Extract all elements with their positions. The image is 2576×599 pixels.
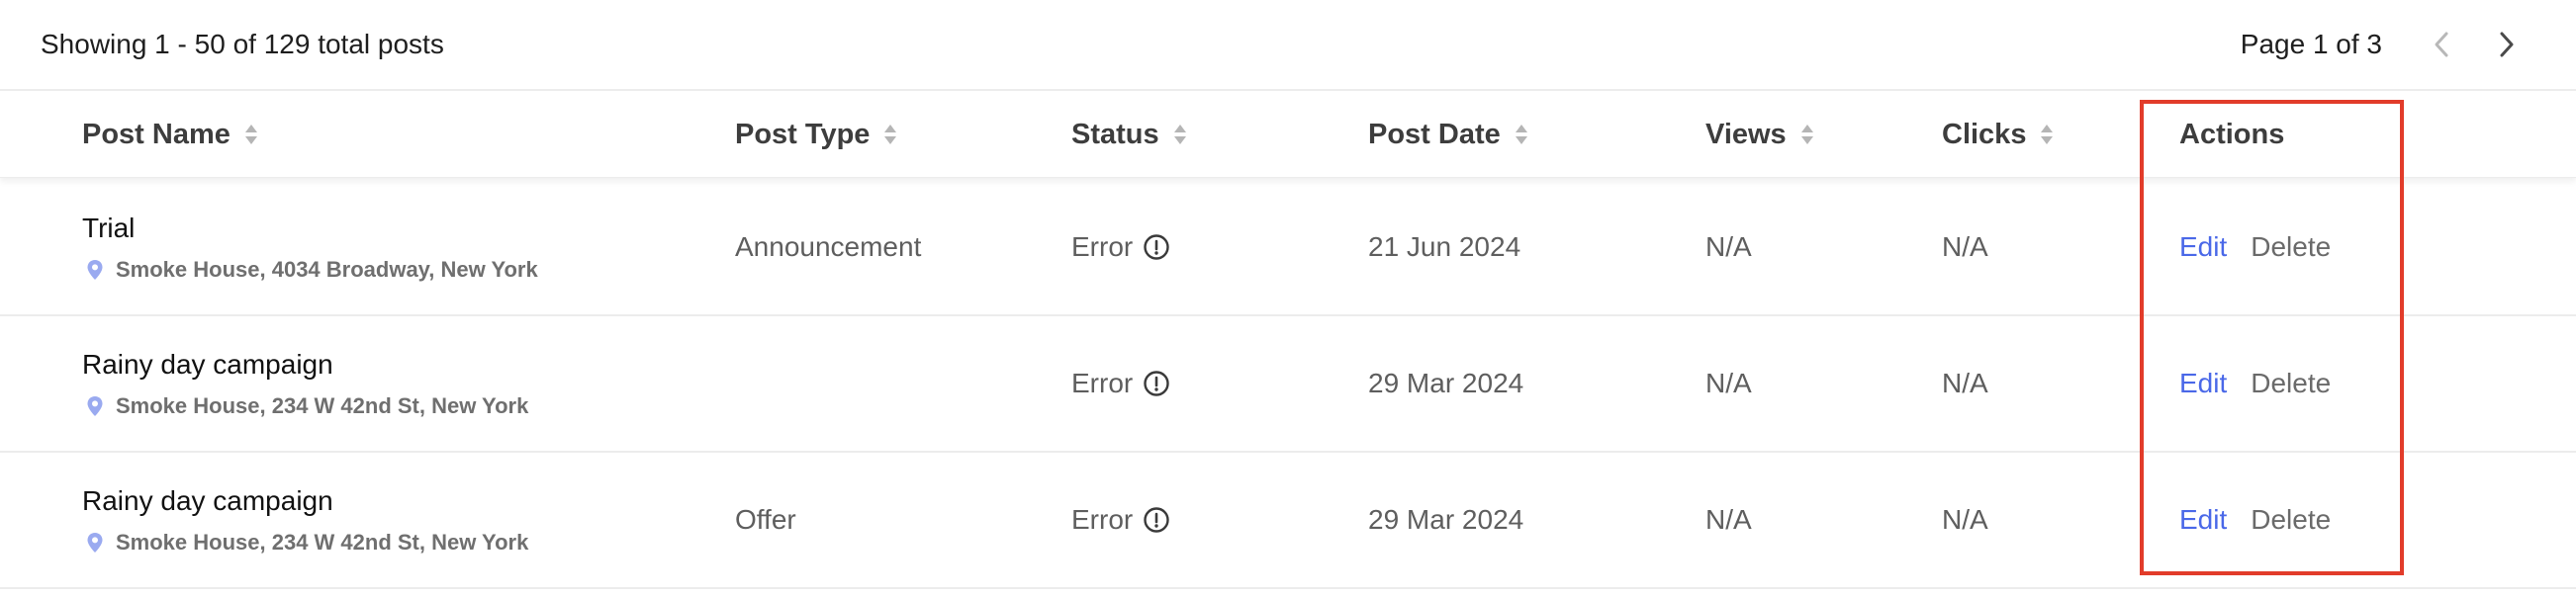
column-header-post-type[interactable]: Post Type (735, 91, 897, 178)
post-location-text: Smoke House, 234 W 42nd St, New York (116, 530, 529, 555)
post-date-cell: 29 Mar 2024 (1368, 504, 1524, 535)
status-text: Error (1071, 368, 1134, 398)
post-type-cell: Announcement (735, 231, 922, 262)
sort-icon[interactable] (244, 124, 258, 145)
status-cell: Error (1071, 453, 1170, 587)
views-cell: N/A (1705, 368, 1752, 398)
table-row: Trial Smoke House, 4034 Broadway, New Yo… (0, 180, 2576, 316)
edit-button[interactable]: Edit (2179, 504, 2227, 536)
page-indicator: Page 1 of 3 (2240, 29, 2382, 59)
location-pin-icon (87, 260, 103, 280)
column-header-actions: Actions (2179, 91, 2284, 178)
actions-cell: Edit Delete (2179, 180, 2331, 314)
status-text: Error (1071, 504, 1134, 535)
clicks-cell: N/A (1942, 504, 1988, 535)
results-count: Showing 1 - 50 of 129 total posts (41, 29, 444, 59)
post-name-cell: Rainy day campaign Smoke House, 234 W 42… (82, 453, 528, 587)
sort-icon[interactable] (2040, 124, 2054, 145)
column-header-label: Views (1705, 118, 1787, 150)
actions-cell: Edit Delete (2179, 453, 2331, 587)
views-cell: N/A (1705, 231, 1752, 262)
status-cell: Error (1071, 316, 1170, 451)
status-cell: Error (1071, 180, 1170, 314)
post-location: Smoke House, 234 W 42nd St, New York (82, 393, 528, 419)
column-header-views[interactable]: Views (1705, 91, 1814, 178)
next-page-button[interactable] (2487, 25, 2527, 64)
column-header-clicks[interactable]: Clicks (1942, 91, 2054, 178)
info-icon[interactable] (1143, 370, 1170, 397)
table-toolbar: Showing 1 - 50 of 129 total posts Page 1… (0, 0, 2576, 91)
column-header-post-name[interactable]: Post Name (82, 91, 258, 178)
status-text: Error (1071, 231, 1134, 262)
actions-cell: Edit Delete (2179, 316, 2331, 451)
post-name: Rainy day campaign (82, 485, 333, 516)
prev-page-button[interactable] (2422, 25, 2461, 64)
clicks-cell: N/A (1942, 231, 1988, 262)
sort-icon[interactable] (1515, 124, 1528, 145)
info-icon[interactable] (1143, 233, 1170, 261)
column-header-post-date[interactable]: Post Date (1368, 91, 1528, 178)
post-type-cell: Offer (735, 504, 796, 535)
sort-icon[interactable] (1173, 124, 1187, 145)
post-name: Trial (82, 213, 136, 243)
column-header-status[interactable]: Status (1071, 91, 1187, 178)
column-header-label: Actions (2179, 118, 2285, 150)
post-date-cell: 21 Jun 2024 (1368, 231, 1521, 262)
post-location: Smoke House, 234 W 42nd St, New York (82, 530, 528, 556)
column-header-label: Post Name (82, 118, 230, 150)
post-name: Rainy day campaign (82, 349, 333, 380)
post-location-text: Smoke House, 4034 Broadway, New York (116, 257, 538, 282)
post-name-cell: Rainy day campaign Smoke House, 234 W 42… (82, 316, 528, 451)
table-header: Post Name Post Type Status Post Date Vie… (0, 91, 2576, 178)
chevron-left-icon (2435, 32, 2448, 57)
chevron-right-icon (2500, 32, 2514, 57)
pagination: Page 1 of 3 (2241, 24, 2576, 65)
post-date-cell: 29 Mar 2024 (1368, 368, 1524, 398)
delete-button[interactable]: Delete (2251, 368, 2331, 399)
column-header-label: Status (1071, 118, 1159, 150)
edit-button[interactable]: Edit (2179, 231, 2227, 263)
sort-icon[interactable] (883, 124, 897, 145)
column-header-label: Post Date (1368, 118, 1501, 150)
location-pin-icon (87, 396, 103, 416)
edit-button[interactable]: Edit (2179, 368, 2227, 399)
post-location: Smoke House, 4034 Broadway, New York (82, 257, 538, 283)
table-row: Rainy day campaign Smoke House, 234 W 42… (0, 453, 2576, 589)
post-location-text: Smoke House, 234 W 42nd St, New York (116, 393, 529, 418)
column-header-label: Clicks (1942, 118, 2027, 150)
column-header-label: Post Type (735, 118, 871, 150)
delete-button[interactable]: Delete (2251, 231, 2331, 263)
post-name-cell: Trial Smoke House, 4034 Broadway, New Yo… (82, 180, 538, 314)
views-cell: N/A (1705, 504, 1752, 535)
sort-icon[interactable] (1800, 124, 1814, 145)
table-row: Rainy day campaign Smoke House, 234 W 42… (0, 316, 2576, 453)
clicks-cell: N/A (1942, 368, 1988, 398)
delete-button[interactable]: Delete (2251, 504, 2331, 536)
info-icon[interactable] (1143, 506, 1170, 534)
location-pin-icon (87, 533, 103, 553)
